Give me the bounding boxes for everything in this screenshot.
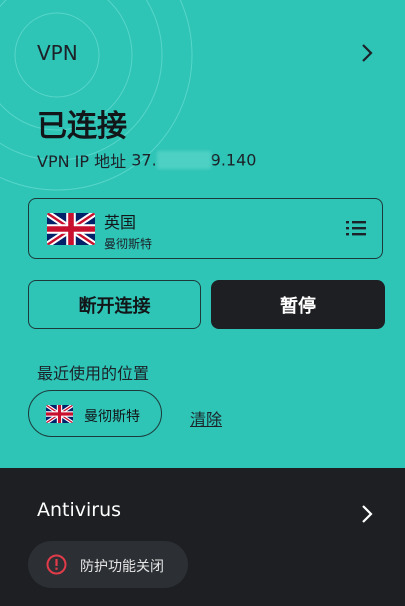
uk-flag-icon	[46, 405, 73, 423]
uk-flag-icon	[47, 213, 95, 245]
ip-redaction	[156, 151, 211, 169]
location-selector[interactable]: 英国 曼彻斯特	[28, 198, 383, 259]
disconnect-button[interactable]: 断开连接	[28, 280, 201, 329]
vpn-card[interactable]: VPN 已连接 VPN IP 地址 37. 9.140 英国 曼彻斯特 断开连接…	[0, 0, 405, 468]
ip-suffix: 9.140	[210, 150, 257, 170]
recent-location-chip[interactable]: 曼彻斯特	[28, 390, 162, 437]
antivirus-status-chip[interactable]: 防护功能关闭	[28, 541, 188, 588]
ip-prefix: 37.	[131, 150, 157, 170]
pause-button[interactable]: 暂停	[211, 280, 385, 329]
server-list-icon[interactable]	[346, 219, 366, 237]
chevron-right-icon[interactable]	[360, 43, 374, 63]
vpn-ip-address: VPN IP 地址 37. 9.140	[37, 148, 256, 172]
recent-locations-heading: 最近使用的位置	[37, 364, 150, 383]
vpn-label: VPN	[37, 41, 78, 65]
clear-recent-link[interactable]: 清除	[190, 406, 222, 430]
location-country: 英国	[104, 213, 137, 232]
antivirus-status-label: 防护功能关闭	[80, 559, 164, 575]
ip-label: VPN IP 地址	[37, 152, 127, 171]
chevron-right-icon[interactable]	[360, 504, 374, 524]
antivirus-title: Antivirus	[37, 499, 122, 521]
location-city: 曼彻斯特	[104, 237, 153, 251]
recent-location-label: 曼彻斯特	[84, 409, 140, 425]
connection-status-title: 已连接	[37, 109, 127, 144]
info-circle-icon	[46, 554, 67, 575]
